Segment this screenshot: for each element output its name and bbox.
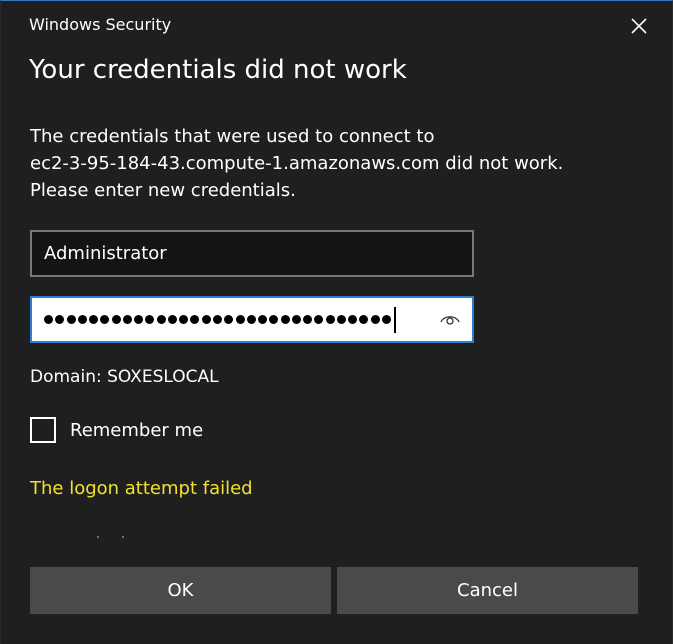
- password-mask-dot: [291, 315, 301, 324]
- reveal-password-button[interactable]: [438, 306, 462, 334]
- password-mask-dot: [246, 315, 256, 324]
- username-value: Administrator: [44, 243, 167, 264]
- remember-me-checkbox[interactable]: [30, 417, 56, 443]
- password-mask-dot: [134, 315, 144, 324]
- password-mask-dot: [258, 315, 268, 324]
- password-mask-dot: [156, 315, 166, 324]
- error-message: The logon attempt failed: [30, 478, 253, 499]
- password-mask-dot: [348, 315, 358, 324]
- password-mask-dot: [303, 315, 313, 324]
- window-title: Windows Security: [29, 15, 172, 34]
- eye-icon: [440, 316, 460, 325]
- password-mask-dot: [280, 315, 290, 324]
- password-mask-dot: [314, 315, 324, 324]
- remember-me-label: Remember me: [70, 419, 204, 441]
- domain-label: Domain: SOXESLOCAL: [30, 367, 219, 387]
- password-mask-dot: [179, 315, 189, 324]
- password-mask-dot: [336, 315, 346, 324]
- password-mask-dot: [370, 315, 380, 324]
- password-mask-dot: [235, 315, 245, 324]
- password-mask-dot: [167, 315, 177, 324]
- password-mask-dot: [66, 315, 76, 324]
- credentials-dialog: Windows Security Your credentials did no…: [0, 0, 673, 644]
- password-mask-dot: [359, 315, 369, 324]
- message-line: Please enter new credentials.: [30, 180, 296, 201]
- password-mask: [44, 315, 391, 324]
- progress-dot: [122, 536, 124, 538]
- dialog-heading: Your credentials did not work: [29, 55, 407, 85]
- password-mask-dot: [77, 315, 87, 324]
- password-field[interactable]: [30, 296, 474, 343]
- password-mask-dot: [325, 315, 335, 324]
- progress-dot: [97, 536, 99, 538]
- message-line: ec2-3-95-184-43.compute-1.amazonaws.com …: [30, 153, 564, 174]
- dialog-message: The credentials that were used to connec…: [30, 123, 650, 204]
- close-button[interactable]: [624, 11, 654, 41]
- password-mask-dot: [100, 315, 110, 324]
- password-mask-dot: [44, 315, 53, 324]
- password-mask-dot: [55, 315, 65, 324]
- password-mask-dot: [212, 315, 222, 324]
- message-line: The credentials that were used to connec…: [30, 126, 435, 147]
- cancel-button[interactable]: Cancel: [337, 567, 638, 614]
- password-mask-dot: [201, 315, 211, 324]
- password-mask-dot: [145, 315, 155, 324]
- password-mask-dot: [381, 315, 391, 324]
- password-mask-dot: [224, 315, 234, 324]
- password-mask-dot: [190, 315, 200, 324]
- remember-me-option[interactable]: Remember me: [30, 417, 203, 443]
- password-mask-dot: [111, 315, 121, 324]
- ok-button[interactable]: OK: [30, 567, 331, 614]
- text-caret: [393, 306, 396, 333]
- close-icon: [631, 18, 647, 34]
- password-mask-dot: [269, 315, 279, 324]
- password-mask-dot: [89, 315, 99, 324]
- username-field[interactable]: Administrator: [30, 230, 474, 277]
- password-mask-dot: [122, 315, 132, 324]
